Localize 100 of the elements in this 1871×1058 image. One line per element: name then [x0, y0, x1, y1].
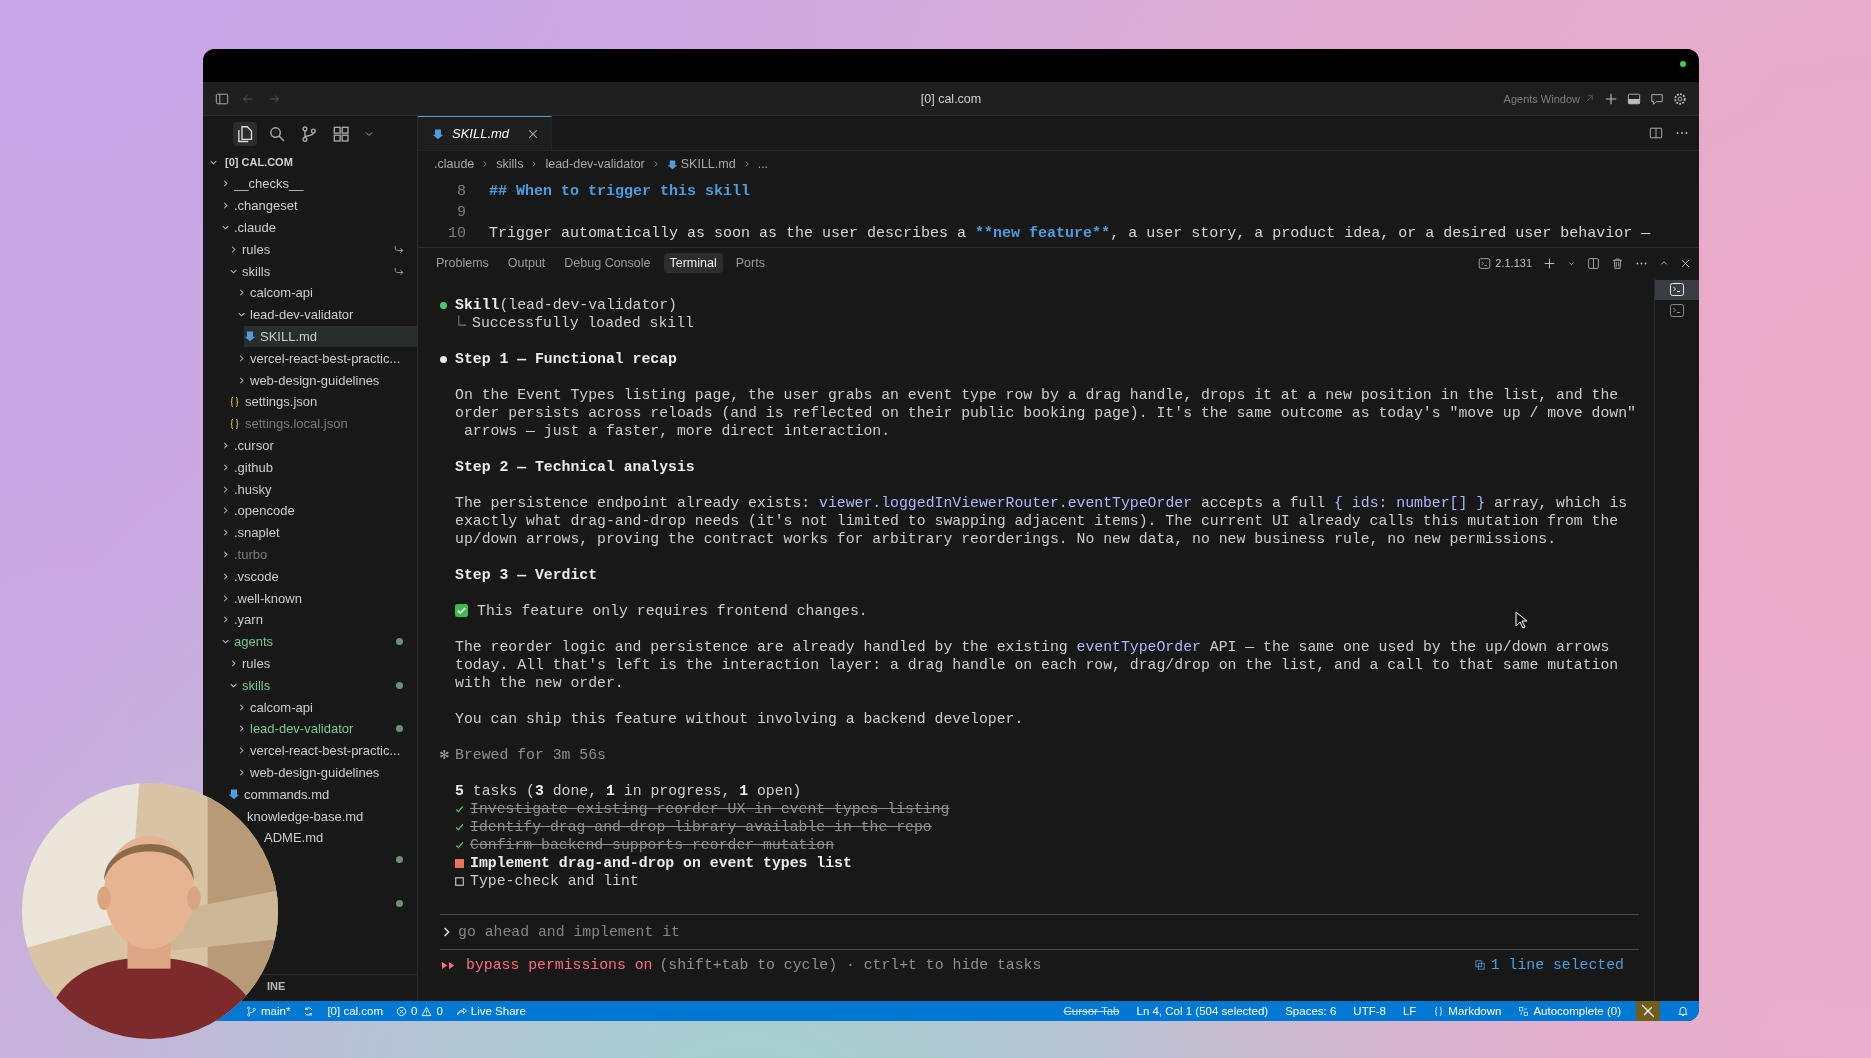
tree-item[interactable]: skills — [228, 674, 417, 697]
tree-item[interactable]: skills — [228, 260, 417, 282]
tree-item[interactable]: knowledge-base.md — [247, 805, 417, 827]
tree-item[interactable]: rules — [228, 652, 417, 675]
sync-icon[interactable] — [303, 1005, 315, 1017]
panel-tab[interactable]: Problems — [430, 253, 495, 273]
close-icon[interactable] — [527, 127, 540, 140]
live-share-button[interactable]: Live Share — [455, 1005, 526, 1017]
window-title: [0] cal.com — [920, 91, 982, 106]
code-line: Trigger automatically as soon as the user describes a **new feature**, a user story, a product idea, or a desired user behavior — — [489, 225, 1651, 242]
terminal-session-icon[interactable] — [1655, 280, 1699, 300]
status-item[interactable]: Cursor Tab — [1063, 1005, 1120, 1017]
status-item[interactable]: LF — [1402, 1005, 1417, 1017]
tree-item[interactable]: settings.json — [228, 390, 417, 413]
plus-icon[interactable] — [1604, 91, 1618, 106]
autocomplete-icon — [1518, 1005, 1530, 1017]
panel-icon[interactable] — [1627, 91, 1641, 106]
tree-item[interactable]: .github — [220, 456, 417, 479]
tree-item[interactable]: agents — [220, 630, 417, 653]
tree-item[interactable]: .snaplet — [220, 521, 417, 544]
workspace-header[interactable]: [0] CAL.COM — [203, 151, 417, 173]
step-heading: Step 3 — Verdict — [455, 566, 598, 584]
prompt-field[interactable]: go ahead and implement it — [458, 924, 1639, 940]
problems-indicator[interactable]: 0 0 — [396, 1005, 443, 1017]
tree-item[interactable]: .claude — [220, 216, 417, 239]
tree-item[interactable]: rules — [228, 238, 417, 261]
tree-item[interactable]: .opencode — [220, 499, 417, 522]
check-mark-icon — [455, 604, 468, 617]
braces-icon — [1433, 1005, 1445, 1017]
language-mode[interactable]: Markdown — [1433, 1005, 1502, 1017]
tree-item[interactable]: vercel-react-best-practic... — [236, 347, 417, 370]
message-dot — [440, 355, 447, 363]
paragraph: You can ship this feature without involving a backend developer. — [455, 710, 1024, 728]
tool-call: Skill(lead-dev-validator) — [455, 296, 677, 314]
tree-item[interactable]: lead-dev-validator — [236, 303, 417, 326]
panel-tab[interactable]: Ports — [729, 253, 771, 273]
branch-indicator[interactable]: main* — [246, 1005, 291, 1017]
markdown-icon — [228, 788, 240, 801]
tree-item[interactable]: __checks__ — [220, 173, 417, 195]
breadcrumb-item[interactable]: skills — [496, 157, 524, 171]
autocomplete-status[interactable]: Autocomplete (0) — [1518, 1005, 1621, 1017]
tree-item[interactable]: .well-known — [220, 587, 417, 609]
breadcrumb-item[interactable]: ... — [757, 157, 769, 171]
tree-item[interactable]: calcom-api — [236, 696, 417, 718]
tree-item[interactable]: .turbo — [220, 543, 417, 566]
settings-icon[interactable] — [1673, 91, 1687, 106]
close-icon[interactable] — [1680, 257, 1691, 269]
editor-tab[interactable]: SKILL.md — [418, 116, 553, 150]
modified-dot — [396, 899, 403, 907]
bell-icon[interactable] — [1677, 1005, 1689, 1017]
tree-item[interactable]: web-design-guidelines — [236, 369, 417, 391]
mode-hint: bypass permissions on (shift+tab to cycle) · ctrl+t to hide tasks — [466, 956, 1042, 974]
plus-icon[interactable] — [1543, 256, 1556, 270]
outline-header[interactable]: INE — [267, 980, 286, 992]
link-arrow-icon — [393, 265, 405, 278]
panel-tab[interactable]: Terminal — [663, 253, 723, 273]
tree-item[interactable]: settings.local.json — [228, 412, 417, 435]
task-item: Identify drag-and-drop library available in the repo — [470, 818, 932, 836]
sidebar-toggle-icon[interactable] — [215, 91, 229, 106]
prompt-chevron-icon — [443, 927, 451, 937]
tree-item[interactable]: .vscode — [220, 565, 417, 588]
breadcrumb-item[interactable]: .claude — [434, 157, 475, 171]
workspace-indicator[interactable]: [0] cal.com — [327, 1005, 383, 1017]
panel-tab[interactable]: Debug Console — [558, 253, 657, 273]
copy-icon — [1474, 960, 1485, 970]
terminal-version[interactable]: 2.1.131 — [1495, 257, 1532, 269]
tree-item[interactable]: .yarn — [220, 608, 417, 631]
status-item[interactable]: UTF-8 — [1353, 1005, 1386, 1017]
chat-icon[interactable] — [1650, 91, 1664, 106]
split-editor-icon[interactable] — [1649, 126, 1663, 140]
tree-item[interactable]: .cursor — [220, 434, 417, 457]
tree-item[interactable]: ADME.md — [264, 826, 417, 849]
panel-tab[interactable]: Output — [501, 253, 552, 273]
files-icon[interactable] — [233, 121, 257, 146]
tree-item[interactable]: .husky — [220, 478, 417, 500]
line-number: 9 — [456, 204, 466, 221]
tree-item[interactable]: web-design-guidelines — [236, 761, 417, 784]
breadcrumb-item[interactable]: lead-dev-validator — [545, 157, 645, 171]
agents-window-link[interactable]: Agents Window — [1503, 92, 1580, 105]
crossed-out-icon[interactable] — [1636, 1001, 1660, 1021]
split-icon[interactable] — [1587, 256, 1600, 270]
tree-item[interactable]: .changeset — [220, 194, 417, 217]
tree-item[interactable]: vercel-react-best-practic... — [236, 739, 417, 762]
tree-item[interactable]: commands.md — [228, 783, 417, 806]
branch-icon — [246, 1005, 257, 1017]
tree-item[interactable]: lead-dev-validator — [236, 717, 417, 740]
verdict-text: This feature only requires frontend changes. — [477, 602, 868, 620]
tool-result: Successfully loaded skill — [472, 314, 694, 332]
line-number: 10 — [447, 225, 466, 242]
trash-icon[interactable] — [1611, 256, 1624, 270]
paragraph: On the Event Types listing page, the user grabs an event type row by a drag handle, drops it at a new position in the list, and the order persists across reloads (and is reflected on their public booking page). It's the same outcome as today's "move up / move down" arrows — just a faster, more direct interaction. — [455, 386, 1636, 440]
code-line: ## When to trigger this skill — [489, 183, 751, 200]
step-heading: Step 1 — Functional recap — [455, 350, 677, 368]
status-item[interactable]: Ln 4, Col 1 (504 selected) — [1136, 1005, 1269, 1017]
status-item[interactable]: Spaces: 6 — [1285, 1005, 1337, 1017]
tree-item[interactable]: calcom-api — [236, 282, 417, 304]
status-dot — [440, 301, 447, 309]
breadcrumb-item[interactable]: SKILL.md — [680, 157, 736, 171]
tree-item[interactable]: SKILL.md — [244, 325, 417, 348]
markdown-icon — [432, 127, 444, 140]
